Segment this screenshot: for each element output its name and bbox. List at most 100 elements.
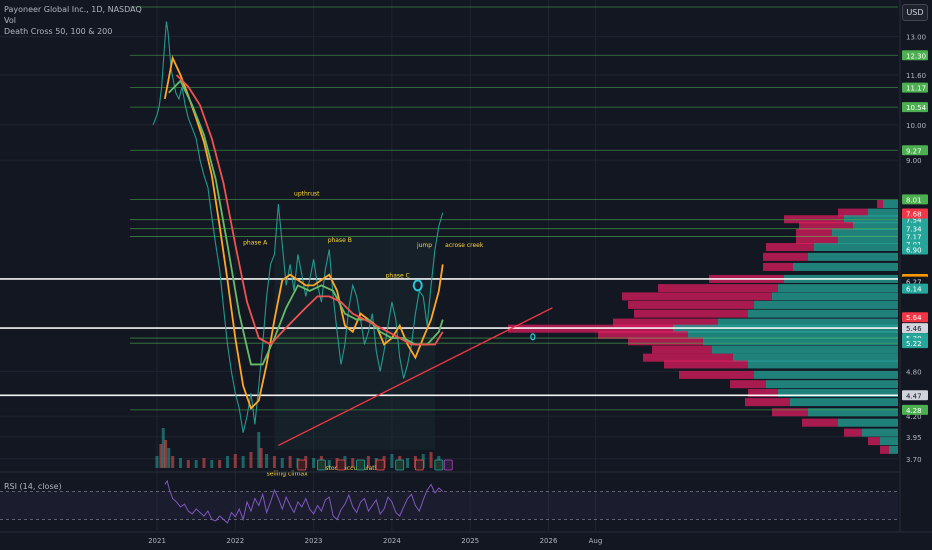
volume-bar [249,452,253,468]
volume-profile-down-bar [868,437,880,446]
volume-profile-down-bar [802,418,838,427]
volume-profile-up-bar [832,228,898,237]
volume-profile-up-bar [766,380,898,389]
volume-bar [272,456,276,468]
volume-bar [233,454,237,468]
volume-profile-down-bar [628,300,754,309]
volume-profile-up-bar [793,262,898,271]
volume-bar [167,448,171,468]
currency-button[interactable]: USD [902,4,928,21]
volume-bar [178,458,182,468]
symbol-title: Payoneer Global Inc., 1D, NASDAQ [4,5,142,14]
volume-profile-down-bar [679,370,754,379]
volume-bar [210,460,214,468]
volume-profile-down-bar [622,292,772,301]
volume-label: Vol [4,16,16,25]
volume-bar [164,440,168,468]
volume-bar [265,454,269,468]
volume-profile-down-bar [745,398,790,407]
volume-bar [406,458,410,468]
dividend-marker [443,459,453,471]
chart-legend: Payoneer Global Inc., 1D, NASDAQ Vol Dea… [4,4,142,37]
price-level-badge-text: 4.47 [906,392,922,400]
volume-profile-down-bar [763,252,808,261]
volume-profile-down-bar [796,235,838,244]
earnings-marker-box [395,459,405,471]
x-tick-label: 2026 [540,537,558,545]
x-tick-label: 2022 [226,537,244,545]
volume-bar [225,456,229,468]
x-tick-label: 2024 [383,537,401,545]
volume-bar [259,448,263,468]
volume-profile-up-bar [748,360,898,369]
volume-profile-down-bar [763,262,793,271]
x-tick-label: 2021 [148,537,166,545]
earnings-marker [395,459,405,471]
volume-profile-down-bar [880,445,889,454]
price-level-badge-text: 9.27 [906,147,922,155]
volume-profile-up-bar [889,445,898,454]
volume-profile-down-bar [796,228,832,237]
price-level-badge-text: 7.68 [906,210,922,218]
volume-profile-up-bar [754,300,898,309]
volume-bar [288,456,292,468]
volume-profile-up-bar [778,284,898,293]
volume-profile-down-bar [730,380,766,389]
chart-annotation: upthrust [294,191,320,198]
earnings-marker-box [336,459,346,471]
earnings-marker-box [375,459,385,471]
earnings-marker-box [297,459,307,471]
earnings-marker [336,459,346,471]
volume-profile-up-bar [808,252,898,261]
volume-bar [186,460,190,468]
volume-profile-down-bar [844,428,862,437]
volume-profile-down-bar [664,360,748,369]
y-tick-label: 9.00 [906,157,922,165]
volume-profile-up-bar [838,235,898,244]
volume-profile-down-bar [766,243,814,252]
price-level-badge-text: 11.17 [906,85,926,93]
price-level-badge-text: 6.90 [906,246,922,254]
volume-profile-up-bar [838,418,898,427]
price-level-badge-text: 5.22 [906,340,922,348]
earnings-marker [356,459,365,471]
price-level-badge-text: 6.14 [906,286,922,294]
earnings-marker-box [414,459,424,471]
indicator-label: Death Cross 50, 100 & 200 [4,27,113,36]
volume-bar [390,454,394,468]
price-chart[interactable]: phase A upthrust phase B phase C jump acrose … [0,0,932,550]
y-tick-label: 13.00 [906,34,926,42]
earnings-marker [317,459,326,471]
y-tick-label: 3.95 [906,434,922,442]
volume-bar [241,456,245,468]
earnings-marker-box [434,459,444,471]
volume-bar [202,458,206,468]
volume-profile-up-bar [814,243,898,252]
volume-profile-up-bar [880,437,898,446]
y-tick-label: 10.00 [906,122,926,130]
volume-bar [155,456,159,468]
chart-annotation: phase A [243,240,268,247]
price-level-badge-text: 4.28 [906,407,922,415]
y-tick-label: 11.60 [906,72,926,80]
chart-annotation: jump [416,242,432,249]
chart-annotation: phase B [328,237,352,244]
earnings-marker [375,459,385,471]
volume-profile-up-bar [712,345,898,354]
price-level-badge-text: 5.64 [906,314,922,322]
volume-profile-up-bar [883,199,898,208]
x-tick-label: 2025 [461,537,479,545]
volume-profile-down-bar [652,345,712,354]
price-level-badge-text: 10.54 [906,104,927,112]
chart-annotation: phase C [386,272,410,279]
earnings-marker [434,459,444,471]
volume-bar [171,456,175,468]
volume-profile-down-bar [658,284,778,293]
x-tick-label: 2023 [305,537,323,545]
volume-profile-down-bar [772,408,808,417]
rsi-label: RSI (14, close) [4,482,62,491]
price-level-badge-text: 12.30 [906,52,926,60]
volume-bar [312,458,316,468]
volume-bar [194,460,198,468]
price-level-badge-text: 8.01 [906,196,922,204]
